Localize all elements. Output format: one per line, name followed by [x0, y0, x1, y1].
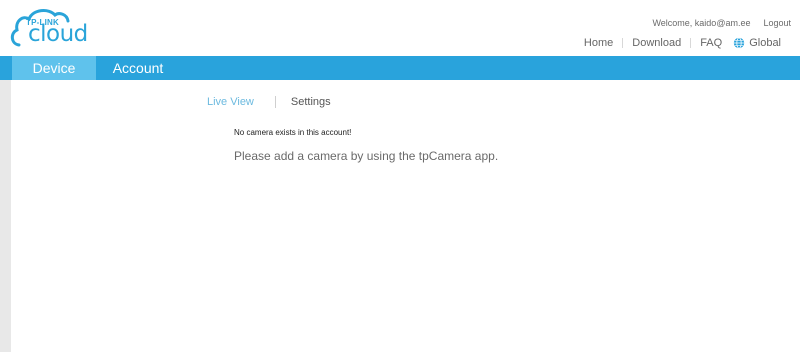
left-sidebar — [0, 80, 11, 352]
home-link[interactable]: Home — [584, 37, 613, 49]
add-camera-instruction: Please add a camera by using the tpCamer… — [234, 149, 499, 163]
logout-link[interactable]: Logout — [763, 18, 791, 28]
globe-icon — [734, 37, 745, 49]
welcome-text: Welcome, kaido@am.ee — [652, 18, 751, 28]
logo-word: cloud — [28, 21, 88, 47]
tp-link-cloud-logo[interactable]: TP-LINK cloud — [9, 7, 91, 51]
divider — [622, 38, 624, 48]
tab-device[interactable]: Device — [12, 56, 96, 80]
device-subtabs: Live View Settings — [207, 96, 331, 108]
top-links: Home Download FAQ Global — [584, 37, 781, 49]
download-link[interactable]: Download — [632, 37, 681, 49]
region-selector[interactable]: Global — [733, 37, 781, 49]
no-camera-message: No camera exists in this account! — [234, 128, 352, 137]
faq-link[interactable]: FAQ — [700, 37, 722, 49]
divider — [274, 96, 276, 108]
subtab-live-view[interactable]: Live View — [207, 96, 254, 108]
user-welcome-bar: Welcome, kaido@am.ee Logout — [652, 18, 791, 28]
main-nav: Device Account — [0, 56, 800, 80]
region-label: Global — [749, 37, 781, 49]
header: TP-LINK cloud Welcome, kaido@am.ee Logou… — [0, 0, 800, 56]
subtab-settings[interactable]: Settings — [291, 96, 331, 108]
tab-account[interactable]: Account — [106, 56, 170, 80]
divider — [690, 38, 692, 48]
